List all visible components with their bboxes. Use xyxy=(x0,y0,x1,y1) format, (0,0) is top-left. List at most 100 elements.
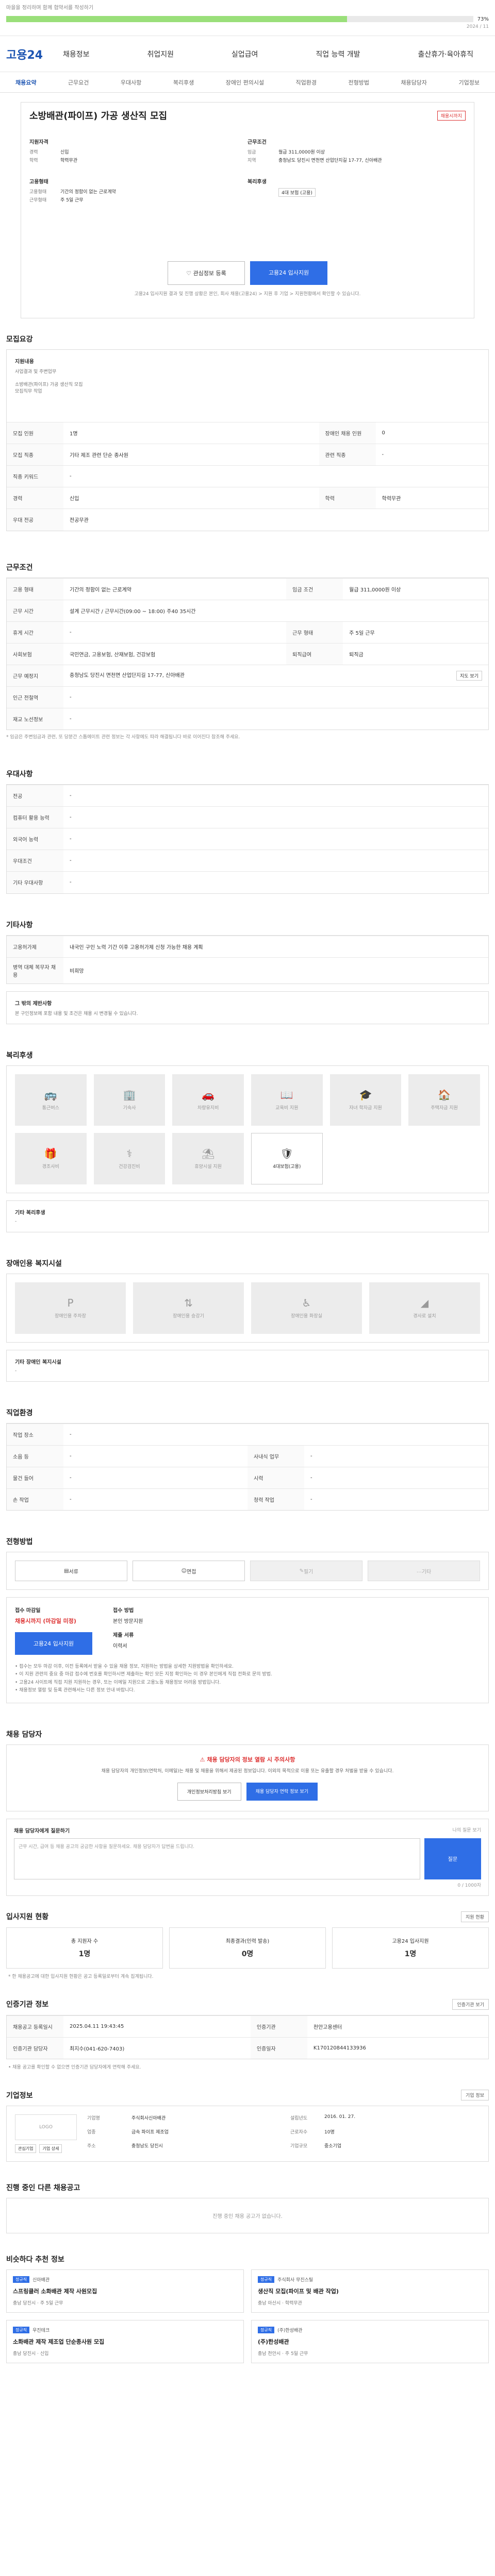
status-note: * 한 채용공고에 대한 입사지원 현황은 공고 등록일로부터 계속 집계됩니다… xyxy=(8,1974,154,1979)
site-logo[interactable]: 고용24 xyxy=(6,46,63,62)
question-input[interactable]: 근무 시간, 급여 등 채용 공고의 궁금한 사항을 질문하세요. 채용 담당자… xyxy=(14,1838,420,1879)
status-link[interactable]: 지원 현황 xyxy=(461,1911,489,1922)
row-value: - xyxy=(63,707,488,730)
tab-accessibility[interactable]: 장애인 편의시설 xyxy=(226,78,264,87)
warning-icon: ⚠ xyxy=(200,1756,207,1764)
row-key: 사회보험 xyxy=(7,642,63,665)
tab-welfare[interactable]: 복리후생 xyxy=(173,78,194,87)
apply-button[interactable]: 고용24 입사지원 xyxy=(250,261,327,285)
process-apply-button[interactable]: 고용24 입사지원 xyxy=(15,1632,92,1655)
other-table: 고용허가제 내국인 구인 노력 기간 이후 고용허가제 신청 가능한 채용 계획 병… xyxy=(7,935,488,984)
table-row: 재교 노선정보 - xyxy=(7,707,488,730)
recommend-title: (주)한성배관 xyxy=(258,2338,289,2346)
table-row: 전공 - xyxy=(7,785,488,807)
company-key: 기업명 xyxy=(87,2116,100,2122)
row-value: 0 xyxy=(375,422,488,444)
row-value: 최지수(041-620-7403) xyxy=(63,2037,251,2059)
tab-environment[interactable]: 직업환경 xyxy=(296,78,317,87)
recruit-line xyxy=(15,375,480,381)
interest-button[interactable]: ♡ 관심정보 등록 xyxy=(168,261,245,285)
nav-item-employment-support[interactable]: 취업지원 xyxy=(147,49,174,59)
accessibility-item: ◢ 경사로 설치 xyxy=(369,1282,480,1334)
status-stat: 총 지원자 수 1명 xyxy=(6,1927,163,1969)
process-method-label: 필기 xyxy=(303,1569,314,1575)
nav-item-skill-development[interactable]: 직업 능력 개발 xyxy=(316,49,360,59)
car-icon: 🚗 xyxy=(202,1089,215,1101)
process-method: ✎ 필기 xyxy=(250,1561,362,1581)
row-key: 청력 작업 xyxy=(248,1488,304,1510)
company-key: 설립년도 xyxy=(290,2116,308,2122)
recommend-title: 스프링클러 소화배관 제작 사원모집 xyxy=(13,2288,97,2295)
accessibility-icon-grid: P 장애인용 주차장 ⇅ 장애인용 승강기 ♿ 장애인용 화장실 ◢ 경사로 설치 xyxy=(7,1274,488,1342)
tab-conditions[interactable]: 근무요건 xyxy=(68,78,89,87)
row-key: 인증기관 xyxy=(250,2015,307,2038)
kv-key: 고용형태 xyxy=(29,190,47,195)
table-row: 근무 예정지 충청남도 당진시 면천면 산업단지길 17-77, 신아배관 지도 보… xyxy=(7,664,488,686)
progress-track xyxy=(6,16,473,22)
privacy-policy-button[interactable]: 개인정보처리방침 보기 xyxy=(177,1782,241,1801)
row-value: 설계 근무시간 / 근무시간(09:00 ~ 18:00) 주40 35시간 xyxy=(63,599,488,621)
recommend-tag: 정규직 xyxy=(13,2327,30,2334)
nav-item-unemployment-benefit[interactable]: 실업급여 xyxy=(232,49,258,59)
apply-deadline-value: 채용시까지 (마감일 미정) xyxy=(15,1618,76,1624)
recommend-card[interactable]: 정규직 신아배관 스프링클러 소화배관 제작 사원모집 충남 당진시 · 주 5일 근… xyxy=(6,2269,244,2313)
recommend-meta: 충남 아산시 · 학력무관 xyxy=(258,2301,302,2307)
tab-preferred[interactable]: 우대사항 xyxy=(121,78,141,87)
recommend-card[interactable]: 정규직 주식회사 무진스틸 생산직 모집(파이프 및 배관 작업) 충남 아산시 · … xyxy=(251,2269,489,2313)
recommend-card[interactable]: 정규직 우진테크 소화배관 제작 제조업 단순종사원 모집 충남 당진시 · 신입 xyxy=(6,2320,244,2364)
welfare-other-box: 기타 복리후생 - xyxy=(6,1200,489,1232)
row-key: 장애인 채용 인원 xyxy=(319,422,376,444)
company-link[interactable]: 기업 정보 xyxy=(461,2090,489,2101)
view-contact-button[interactable]: 채용 담당자 연락 정보 보기 xyxy=(246,1782,318,1801)
welfare-item-label: 차량유지비 xyxy=(197,1106,219,1111)
deadline-badge: 채용시까지 xyxy=(437,110,466,121)
recommend-card[interactable]: 정규직 (주)한성배관 (주)한성배관 충남 천안시 · 주 5일 근무 xyxy=(251,2320,489,2364)
row-value: - xyxy=(63,806,488,828)
tab-contact[interactable]: 채용담당자 xyxy=(401,78,427,87)
document-icon: ▤ xyxy=(64,1568,69,1574)
apply-method-value: 본인 방문지원 xyxy=(113,1619,143,1624)
accessibility-item: P 장애인용 주차장 xyxy=(15,1282,126,1334)
map-button[interactable]: 지도 보기 xyxy=(456,670,482,681)
tab-company[interactable]: 기업정보 xyxy=(458,78,479,87)
trust-line: 본 구인정보에 포함 내용 및 조건은 채용 시 변경될 수 있습니다. xyxy=(15,1011,138,1016)
favorite-company-button[interactable]: 관심기업 xyxy=(15,2144,37,2154)
table-row: 고용허가제 내국인 구인 노력 기간 이후 고용허가제 신청 가능한 채용 계획 xyxy=(7,935,488,957)
my-questions-link[interactable]: 나의 질문 보기 xyxy=(453,1826,481,1834)
welfare-summary-heading: 복리후생 xyxy=(248,179,267,185)
row-value: - xyxy=(375,444,488,466)
conditions-note: * 임금은 주변임금과 관련, 또 당분간 스톱에이트 관련 정보는 각 사항에… xyxy=(6,735,240,740)
accessibility-other-heading: 기타 장애인 복지시설 xyxy=(15,1359,61,1365)
bullet: • 고용24 사이트에 직접 지원 지원하는 경우, 또는 이메일 지원으로 고… xyxy=(15,1680,221,1685)
kv-key: 경력 xyxy=(29,150,38,155)
process-method-label: 서류 xyxy=(69,1569,78,1575)
row-key: 채용공고 등록일시 xyxy=(7,2015,63,2038)
row-value: 기타 제조 관련 단순 종사원 xyxy=(63,444,319,466)
nav-item-jobs[interactable]: 채용정보 xyxy=(63,49,90,59)
row-key: 고용허가제 xyxy=(7,935,63,957)
recommend-meta: 충남 천안시 · 주 5일 근무 xyxy=(258,2351,308,2357)
row-key: 휴게 시간 xyxy=(7,621,63,643)
tab-summary[interactable]: 채용요약 xyxy=(15,78,36,87)
row-value: - xyxy=(63,621,287,643)
table-row: 사회보험 국민연금, 고용보험, 산재보험, 건강보험 퇴직급여 퇴직금 xyxy=(7,642,488,665)
company-detail-button[interactable]: 기업 상세 xyxy=(39,2144,62,2154)
tab-process[interactable]: 전형방법 xyxy=(348,78,369,87)
process-method: ▤ 서류 xyxy=(15,1561,127,1581)
table-row: 컴퓨터 활용 능력 - xyxy=(7,806,488,828)
nav-item-parental-leave[interactable]: 출산휴가·육아휴직 xyxy=(418,49,473,59)
environment-heading: 직업환경 xyxy=(6,1409,33,1417)
question-submit-button[interactable]: 질문 xyxy=(424,1838,481,1879)
progress-note: 마을을 정리하며 함께 협약서를 작성하기 xyxy=(6,5,94,11)
environment-table: 작업 장소 - 소음 등 - 사내식 업무 - 물건 들어 - 시력 - 손 작업 - 청력 작업 - xyxy=(7,1423,488,1510)
table-row: 우대 전공 전공무관 xyxy=(7,509,488,531)
interest-label: 관심정보 등록 xyxy=(193,270,226,277)
row-key: 근무 시간 xyxy=(7,599,63,621)
row-key: 재교 노선정보 xyxy=(7,707,63,730)
kv-key: 학력 xyxy=(29,158,38,163)
progress-fill xyxy=(6,16,348,22)
accessibility-box: P 장애인용 주차장 ⇅ 장애인용 승강기 ♿ 장애인용 화장실 ◢ 경사로 설치 xyxy=(6,1273,489,1343)
table-row: 근무 시간 설계 근무시간 / 근무시간(09:00 ~ 18:00) 주40 3… xyxy=(7,599,488,621)
agency-link[interactable]: 인증기관 보기 xyxy=(452,1998,489,2010)
table-row: 인증기관 담당자 최지수(041-620-7403) 인증일자 K1701208441… xyxy=(7,2037,488,2059)
